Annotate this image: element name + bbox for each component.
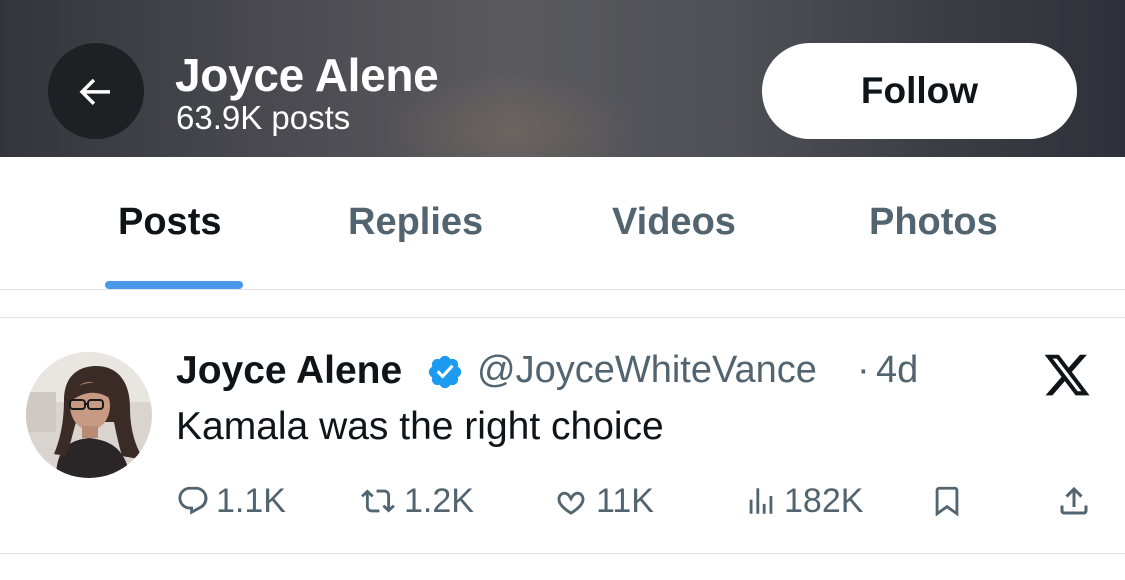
post-text: Kamala was the right choice bbox=[176, 405, 664, 448]
share-button[interactable] bbox=[1056, 478, 1092, 524]
arrow-left-icon bbox=[79, 78, 110, 105]
tab-videos[interactable]: Videos bbox=[612, 201, 736, 244]
bookmark-icon bbox=[935, 486, 959, 517]
header-post-count: 63.9K posts bbox=[176, 99, 351, 136]
reply-icon bbox=[178, 486, 208, 515]
post-author-handle[interactable]: @JoyceWhiteVance bbox=[477, 349, 817, 392]
bar-chart-icon bbox=[749, 488, 773, 514]
repost-count: 1.2K bbox=[404, 481, 474, 520]
post-author-name[interactable]: Joyce Alene bbox=[176, 349, 402, 393]
follow-button[interactable]: Follow bbox=[762, 43, 1077, 139]
header-profile-name: Joyce Alene bbox=[175, 49, 439, 101]
feed-divider-top bbox=[0, 317, 1125, 318]
repost-icon bbox=[361, 489, 395, 513]
tab-posts[interactable]: Posts bbox=[118, 201, 221, 244]
tab-photos[interactable]: Photos bbox=[869, 201, 998, 244]
back-button[interactable] bbox=[48, 43, 144, 139]
active-tab-indicator bbox=[105, 281, 243, 289]
avatar[interactable] bbox=[26, 352, 152, 478]
views-button[interactable]: 182K bbox=[744, 478, 863, 524]
view-count: 182K bbox=[784, 481, 864, 520]
feed-divider-bottom bbox=[0, 553, 1125, 554]
bookmark-button[interactable] bbox=[930, 478, 964, 524]
x-logo-icon bbox=[1044, 354, 1090, 396]
share-icon bbox=[1060, 486, 1088, 515]
repost-button[interactable]: 1.2K bbox=[358, 478, 474, 524]
reply-count: 1.1K bbox=[216, 481, 286, 520]
post-timestamp[interactable]: 4d bbox=[876, 349, 918, 392]
meta-separator: · bbox=[857, 349, 870, 391]
heart-icon bbox=[557, 491, 585, 515]
like-button[interactable]: 11K bbox=[552, 478, 654, 524]
tab-replies[interactable]: Replies bbox=[348, 201, 483, 244]
profile-tabs: Posts Replies Videos Photos bbox=[0, 157, 1125, 290]
reply-button[interactable]: 1.1K bbox=[176, 478, 286, 524]
like-count: 11K bbox=[596, 481, 654, 520]
verified-badge-icon bbox=[428, 355, 462, 389]
profile-header: Joyce Alene 63.9K posts Follow bbox=[0, 0, 1125, 157]
